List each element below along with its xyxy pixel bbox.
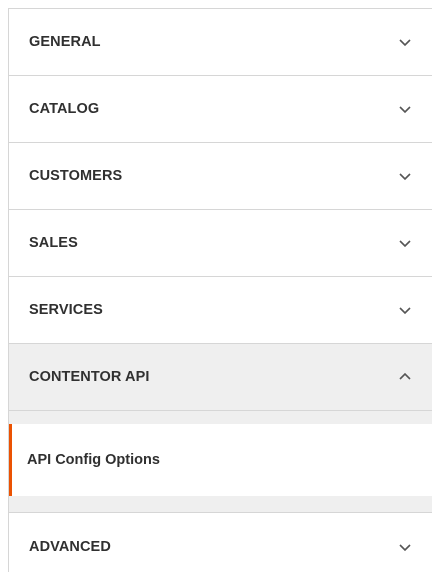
chevron-down-icon bbox=[398, 37, 412, 47]
contentor-api-submenu: API Config Options bbox=[9, 411, 432, 513]
section-contentor-api-title: CONTENTOR API bbox=[29, 369, 150, 385]
section-advanced-title: ADVANCED bbox=[29, 538, 111, 555]
chevron-down-icon bbox=[398, 171, 412, 181]
section-general-title: GENERAL bbox=[29, 34, 101, 50]
section-advanced[interactable]: ADVANCED bbox=[9, 513, 432, 580]
chevron-down-icon bbox=[398, 305, 412, 315]
section-contentor-api[interactable]: CONTENTOR API bbox=[9, 344, 432, 411]
submenu-item-label: API Config Options bbox=[27, 452, 160, 468]
chevron-down-icon bbox=[398, 104, 412, 114]
chevron-up-icon bbox=[398, 372, 412, 382]
section-customers-title: CUSTOMERS bbox=[29, 168, 123, 184]
section-customers[interactable]: CUSTOMERS bbox=[9, 143, 432, 210]
section-general[interactable]: GENERAL bbox=[9, 9, 432, 76]
submenu-item-api-config-options[interactable]: API Config Options bbox=[9, 424, 432, 496]
section-services-title: SERVICES bbox=[29, 302, 103, 318]
chevron-down-icon bbox=[398, 238, 412, 248]
section-services[interactable]: SERVICES bbox=[9, 277, 432, 344]
section-catalog[interactable]: CATALOG bbox=[9, 76, 432, 143]
section-catalog-title: CATALOG bbox=[29, 101, 100, 117]
section-sales[interactable]: SALES bbox=[9, 210, 432, 277]
chevron-down-icon bbox=[398, 542, 412, 552]
config-navigation-panel: GENERAL CATALOG CUSTOMERS SALES SERVICES… bbox=[8, 8, 432, 580]
section-sales-title: SALES bbox=[29, 235, 78, 251]
